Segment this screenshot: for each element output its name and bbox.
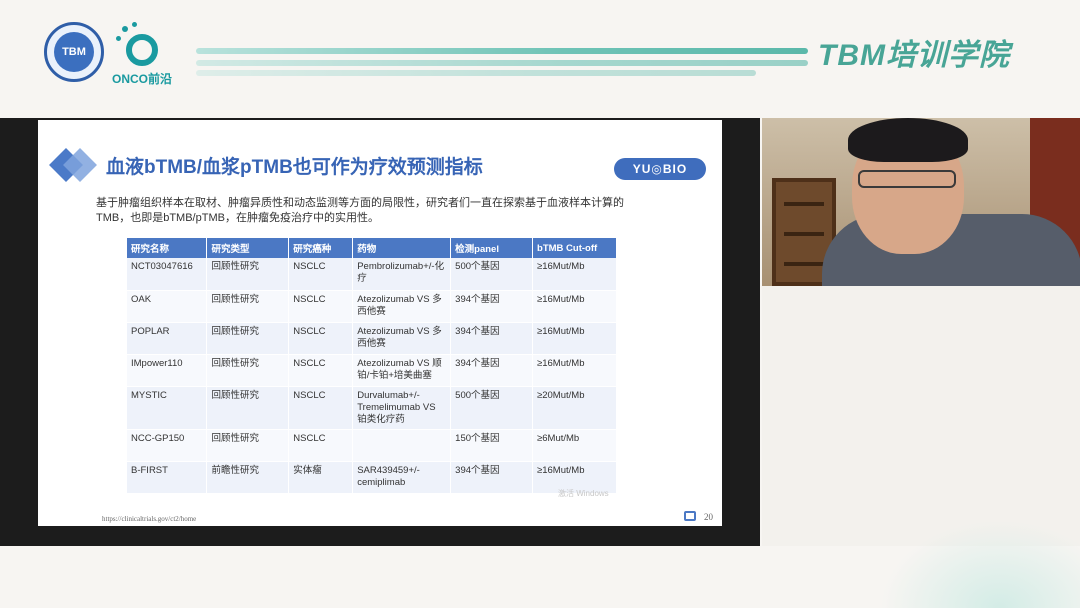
table-row: B-FIRST 前瞻性研究 实体瘤 SAR439459+/-cemiplimab… (127, 461, 617, 494)
banner-stripe (196, 48, 808, 54)
table-cell: Atezolizumab VS 多西他赛 (352, 290, 452, 323)
banner-stripe (196, 60, 808, 66)
table-cell: NSCLC (288, 322, 354, 355)
column-header: 研究名称 (127, 238, 208, 258)
table-cell: 前瞻性研究 (206, 461, 290, 494)
column-header: 研究癌种 (288, 238, 354, 258)
table-cell: NSCLC (288, 386, 354, 430)
table-cell: POPLAR (127, 322, 208, 355)
table-cell: NSCLC (288, 354, 354, 387)
mountain-decoration (880, 520, 1080, 608)
table-row: NCT03047616 回顾性研究 NSCLC Pembrolizumab+/-… (127, 258, 617, 291)
table-cell: Pembrolizumab+/-化疗 (352, 258, 452, 291)
table-cell: 回顾性研究 (206, 290, 290, 323)
table-cell: 回顾性研究 (206, 429, 290, 462)
table-cell: NSCLC (288, 290, 354, 323)
presentation-slide: 血液bTMB/血浆pTMB也可作为疗效预测指标 YU◎BIO 基于肿瘤组织样本在… (38, 120, 722, 526)
table-cell: ≥16Mut/Mb (532, 258, 617, 291)
onco-ring-icon (126, 34, 158, 66)
table-cell: 500个基因 (450, 258, 534, 291)
logo-mark-icon (684, 511, 696, 521)
table-cell: 回顾性研究 (206, 322, 290, 355)
table-cell: IMpower110 (127, 354, 208, 387)
table-cell: NCT03047616 (127, 258, 208, 291)
table-cell: ≥16Mut/Mb (532, 290, 617, 323)
table-cell: OAK (127, 290, 208, 323)
onco-logo-text: ONCO前沿 (112, 72, 173, 86)
footer-link[interactable]: https://clinicaltrials.gov/ct2/home (102, 515, 196, 523)
table-cell: ≥20Mut/Mb (532, 386, 617, 430)
slide-intro: 基于肿瘤组织样本在取材、肿瘤异质性和动态监测等方面的局限性，研究者们一直在探索基… (96, 197, 624, 224)
table-cell: NSCLC (288, 258, 354, 291)
page-number: 20 (704, 512, 713, 522)
table-cell: ≥16Mut/Mb (532, 354, 617, 387)
table-header-row: 研究名称 研究类型 研究癌种 药物 检测panel bTMB Cut-off (127, 238, 617, 258)
table-cell: 394个基因 (450, 461, 534, 494)
table-cell: 394个基因 (450, 322, 534, 355)
table-cell: 394个基因 (450, 354, 534, 387)
slide-title: 血液bTMB/血浆pTMB也可作为疗效预测指标 (106, 157, 483, 178)
table-cell: 回顾性研究 (206, 258, 290, 291)
onco-dot-icon (132, 22, 137, 27)
table-cell: 实体瘤 (288, 461, 354, 494)
banner-title: TBM培训学院 (818, 39, 1010, 72)
onco-dot-icon (116, 36, 121, 41)
onco-dot-icon (122, 26, 128, 32)
activation-watermark: 激活 Windows (558, 489, 609, 498)
table-cell: NCC-GP150 (127, 429, 208, 462)
table-cell: Atezolizumab VS 顺铂/卡铂+培美曲塞 (352, 354, 452, 387)
table-cell: 394个基因 (450, 290, 534, 323)
table-cell (352, 429, 452, 462)
onco-logo: ONCO前沿 (112, 22, 174, 86)
table-row: IMpower110 回顾性研究 NSCLC Atezolizumab VS 顺… (127, 354, 617, 387)
table-row: MYSTIC 回顾性研究 NSCLC Durvalumab+/-Tremelim… (127, 386, 617, 430)
table-cell: ≥6Mut/Mb (532, 429, 617, 462)
table-cell: MYSTIC (127, 386, 208, 430)
table-cell: NSCLC (288, 429, 354, 462)
table-row: NCC-GP150 回顾性研究 NSCLC 150个基因 ≥6Mut/Mb (127, 429, 617, 462)
study-table: 研究名称 研究类型 研究癌种 药物 检测panel bTMB Cut-off N… (127, 238, 617, 494)
table-cell: ≥16Mut/Mb (532, 322, 617, 355)
column-header: 药物 (352, 238, 452, 258)
speaker-webcam (762, 118, 1080, 286)
table-cell: B-FIRST (127, 461, 208, 494)
table-cell: 500个基因 (450, 386, 534, 430)
column-header: 研究类型 (206, 238, 290, 258)
speaker-hair (848, 118, 968, 162)
side-panel (762, 286, 1080, 546)
speaker-glasses (858, 170, 956, 188)
table-cell: 150个基因 (450, 429, 534, 462)
table-cell: 回顾性研究 (206, 354, 290, 387)
header-banner: TBM ONCO前沿 TBM培训学院 (0, 0, 1080, 118)
table-cell: Atezolizumab VS 多西他赛 (352, 322, 452, 355)
table-row: POPLAR 回顾性研究 NSCLC Atezolizumab VS 多西他赛 … (127, 322, 617, 355)
table-cell: Durvalumab+/-Tremelimumab VS 铂类化疗药 (352, 386, 452, 430)
brand-badge: YU◎BIO (614, 158, 706, 180)
seal-logo: TBM (44, 22, 104, 82)
table-cell: 回顾性研究 (206, 386, 290, 430)
table-row: OAK 回顾性研究 NSCLC Atezolizumab VS 多西他赛 394… (127, 290, 617, 323)
banner-stripe (196, 70, 756, 76)
seal-logo-text: TBM (54, 32, 94, 72)
column-header: bTMB Cut-off (532, 238, 617, 258)
column-header: 检测panel (450, 238, 534, 258)
table-cell: SAR439459+/-cemiplimab (352, 461, 452, 494)
